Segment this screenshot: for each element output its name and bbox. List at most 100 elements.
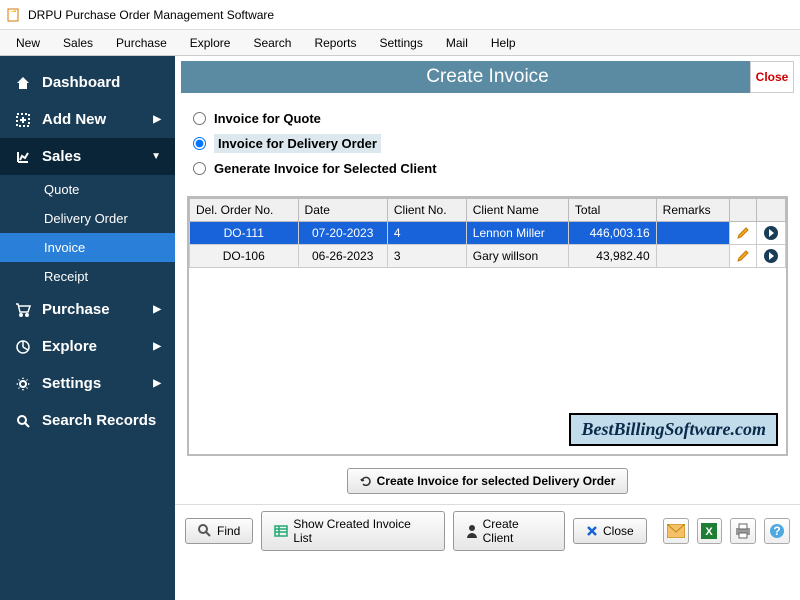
th-total[interactable]: Total — [568, 199, 656, 222]
sidebar-sales-label: Sales — [42, 148, 81, 165]
mail-button[interactable] — [663, 518, 689, 544]
close-bottom-label: Close — [603, 524, 634, 538]
sidebar-purchase-label: Purchase — [42, 301, 110, 318]
radio-client-input[interactable] — [193, 162, 206, 175]
chevron-right-icon: ▶ — [153, 114, 161, 125]
cell-orderno: DO-111 — [190, 222, 299, 245]
sidebar-addnew-label: Add New — [42, 111, 106, 128]
menu-bar: New Sales Purchase Explore Search Report… — [0, 30, 800, 56]
menu-help[interactable]: Help — [481, 33, 526, 53]
menu-new[interactable]: New — [6, 33, 50, 53]
cell-clientname: Gary willson — [466, 245, 568, 268]
sidebar-explore[interactable]: Explore ▶ — [0, 328, 175, 365]
sidebar-dashboard[interactable]: Dashboard — [0, 64, 175, 101]
go-icon[interactable] — [763, 225, 779, 241]
dialog-header: Create Invoice Close — [181, 61, 794, 93]
cell-remarks — [656, 245, 729, 268]
svg-text:?: ? — [773, 524, 780, 538]
cell-total: 446,003.16 — [568, 222, 656, 245]
sidebar-sales[interactable]: Sales ▼ — [0, 138, 175, 175]
chevron-right-icon: ▶ — [153, 304, 161, 315]
table-row[interactable]: DO-106 06-26-2023 3 Gary willson 43,982.… — [190, 245, 786, 268]
search-icon — [14, 414, 32, 428]
sidebar-addnew[interactable]: Add New ▶ — [0, 101, 175, 138]
menu-mail[interactable]: Mail — [436, 33, 478, 53]
person-icon — [466, 524, 478, 538]
cell-orderno: DO-106 — [190, 245, 299, 268]
radio-quote-label: Invoice for Quote — [214, 111, 321, 126]
th-orderno[interactable]: Del. Order No. — [190, 199, 299, 222]
sidebar-sub-quote[interactable]: Quote — [0, 175, 175, 204]
radio-delivery[interactable]: Invoice for Delivery Order — [193, 134, 784, 153]
menu-settings[interactable]: Settings — [370, 33, 433, 53]
create-invoice-label: Create Invoice for selected Delivery Ord… — [377, 474, 616, 488]
menu-sales[interactable]: Sales — [53, 33, 103, 53]
plus-icon — [14, 113, 32, 127]
cell-clientno: 3 — [387, 245, 466, 268]
edit-icon[interactable] — [736, 226, 750, 240]
menu-explore[interactable]: Explore — [180, 33, 241, 53]
title-bar: DRPU Purchase Order Management Software — [0, 0, 800, 30]
order-table-wrap: Del. Order No. Date Client No. Client Na… — [187, 196, 788, 456]
chevron-right-icon: ▶ — [153, 378, 161, 389]
radio-client[interactable]: Generate Invoice for Selected Client — [193, 161, 784, 176]
svg-text:X: X — [706, 526, 714, 538]
th-clientname[interactable]: Client Name — [466, 199, 568, 222]
refresh-icon — [360, 475, 372, 487]
create-client-label: Create Client — [483, 517, 552, 545]
print-button[interactable] — [730, 518, 756, 544]
th-clientno[interactable]: Client No. — [387, 199, 466, 222]
window-title: DRPU Purchase Order Management Software — [28, 8, 274, 22]
gear-icon — [14, 377, 32, 391]
find-button[interactable]: Find — [185, 518, 253, 544]
dialog-title: Create Invoice — [426, 66, 549, 88]
search-icon — [198, 524, 212, 538]
close-bottom-button[interactable]: Close — [573, 518, 647, 544]
go-icon[interactable] — [763, 248, 779, 264]
sidebar-search-label: Search Records — [42, 412, 156, 429]
cell-date: 07-20-2023 — [298, 222, 387, 245]
find-label: Find — [217, 524, 240, 538]
close-icon — [586, 525, 598, 537]
chevron-right-icon: ▶ — [153, 341, 161, 352]
menu-search[interactable]: Search — [243, 33, 301, 53]
list-icon — [274, 524, 288, 538]
radio-quote[interactable]: Invoice for Quote — [193, 111, 784, 126]
radio-group: Invoice for Quote Invoice for Delivery O… — [175, 93, 800, 190]
order-table: Del. Order No. Date Client No. Client Na… — [189, 198, 786, 268]
sidebar-dashboard-label: Dashboard — [42, 74, 120, 91]
radio-delivery-input[interactable] — [193, 137, 206, 150]
cell-clientname: Lennon Miller — [466, 222, 568, 245]
sidebar-settings[interactable]: Settings ▶ — [0, 365, 175, 402]
content-area: Create Invoice Close Invoice for Quote I… — [175, 56, 800, 600]
th-remarks[interactable]: Remarks — [656, 199, 729, 222]
menu-reports[interactable]: Reports — [304, 33, 366, 53]
bottom-toolbar: Find Show Created Invoice List Create Cl… — [175, 504, 800, 557]
sidebar-sub-delivery[interactable]: Delivery Order — [0, 204, 175, 233]
radio-quote-input[interactable] — [193, 112, 206, 125]
show-list-button[interactable]: Show Created Invoice List — [261, 511, 444, 551]
sidebar-sub-receipt[interactable]: Receipt — [0, 262, 175, 291]
table-row[interactable]: DO-111 07-20-2023 4 Lennon Miller 446,00… — [190, 222, 786, 245]
help-button[interactable]: ? — [764, 518, 790, 544]
sidebar-purchase[interactable]: Purchase ▶ — [0, 291, 175, 328]
sidebar-sub-invoice[interactable]: Invoice — [0, 233, 175, 262]
create-client-button[interactable]: Create Client — [453, 511, 565, 551]
sidebar: Dashboard Add New ▶ Sales ▼ Quote Delive… — [0, 56, 175, 600]
show-list-label: Show Created Invoice List — [293, 517, 431, 545]
edit-icon[interactable] — [736, 249, 750, 263]
home-icon — [14, 75, 32, 91]
app-icon — [6, 7, 22, 23]
sidebar-search[interactable]: Search Records — [0, 402, 175, 439]
excel-button[interactable]: X — [697, 518, 723, 544]
th-date[interactable]: Date — [298, 199, 387, 222]
radio-delivery-label: Invoice for Delivery Order — [214, 134, 381, 153]
sidebar-settings-label: Settings — [42, 375, 101, 392]
create-invoice-button[interactable]: Create Invoice for selected Delivery Ord… — [347, 468, 629, 494]
cell-clientno: 4 — [387, 222, 466, 245]
menu-purchase[interactable]: Purchase — [106, 33, 177, 53]
cell-total: 43,982.40 — [568, 245, 656, 268]
radio-client-label: Generate Invoice for Selected Client — [214, 161, 437, 176]
chart-icon — [14, 150, 32, 164]
close-button[interactable]: Close — [750, 61, 794, 93]
